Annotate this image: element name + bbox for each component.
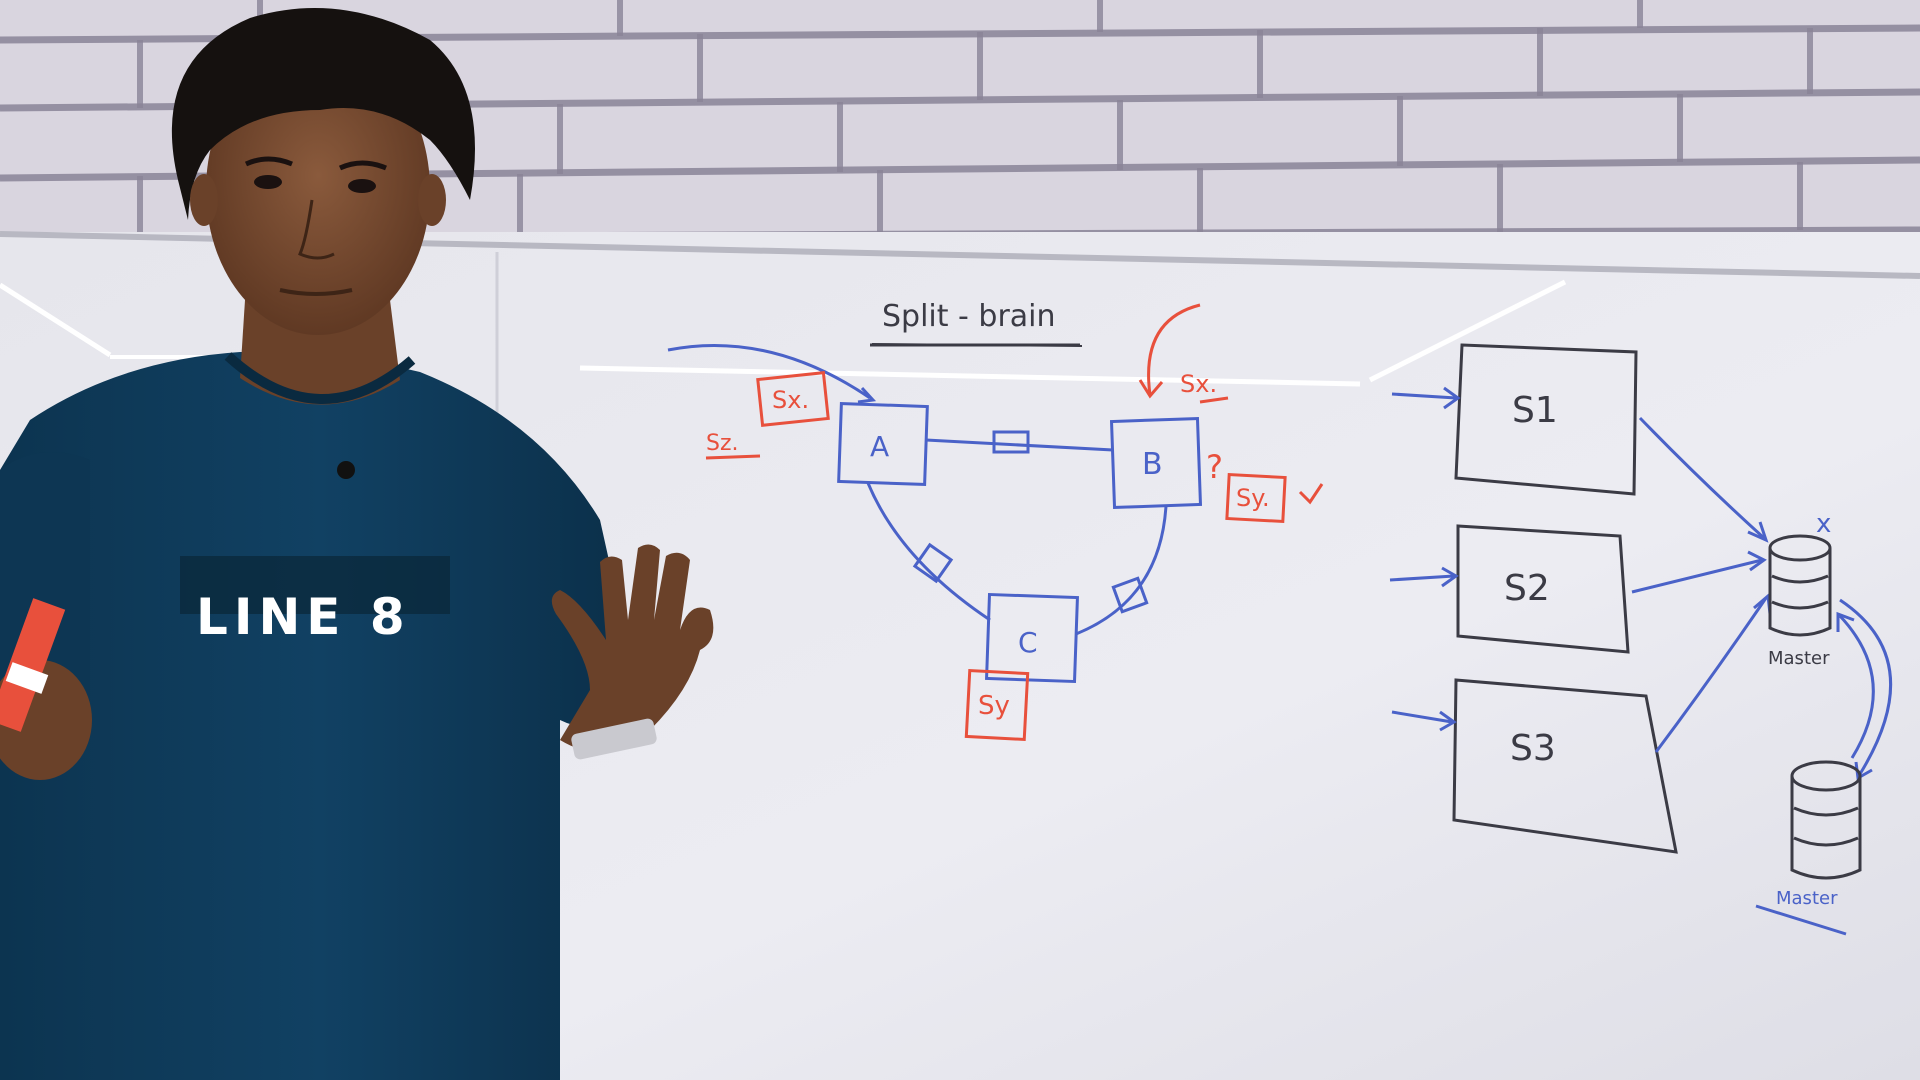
sy-c-label: Sy — [978, 691, 1010, 721]
server-s3-label: S3 — [1510, 728, 1556, 769]
x-mark-icon: x — [1816, 509, 1831, 539]
database-bottom-label: Master — [1776, 888, 1838, 909]
tshirt — [0, 351, 640, 1080]
diagram-title: Split - brain — [882, 299, 1056, 334]
sx-right-label: Sx. — [1180, 370, 1217, 398]
question-mark: ? — [1206, 448, 1223, 486]
node-b-label: B — [1142, 447, 1163, 482]
sz-label: Sz. — [706, 431, 739, 456]
whiteboard-scene: Split - brain A B C Sx. Sz. Sx. Sy Sy. ?… — [0, 0, 1920, 1080]
sy-right-label: Sy. — [1236, 484, 1270, 512]
server-s2-label: S2 — [1504, 568, 1550, 609]
node-c-label: C — [1018, 626, 1038, 659]
sx-left-label: Sx. — [772, 386, 809, 414]
database-top-label: Master — [1768, 648, 1830, 669]
server-s1-label: S1 — [1512, 390, 1558, 431]
tshirt-print: LINE 8 — [196, 588, 411, 646]
node-a-label: A — [870, 430, 889, 463]
